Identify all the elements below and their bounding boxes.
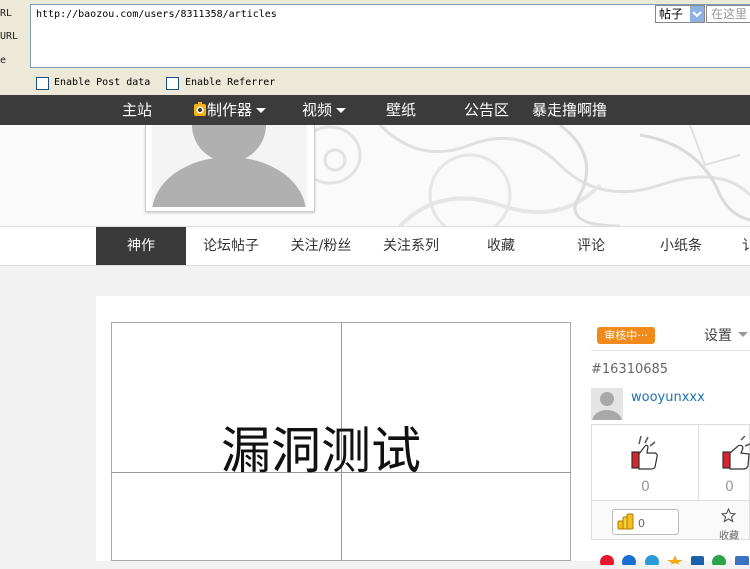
share-icons bbox=[600, 555, 749, 569]
nav-wallpaper[interactable]: 壁纸 bbox=[386, 95, 416, 125]
downvote-button[interactable] bbox=[721, 435, 750, 476]
banner-illustration bbox=[298, 125, 750, 226]
tab-notes[interactable]: 小纸条 bbox=[636, 227, 726, 265]
tab-favorites[interactable]: 收藏 bbox=[456, 227, 546, 265]
coin-icon bbox=[617, 513, 635, 534]
nav-video-label: 视频 bbox=[302, 101, 333, 119]
coin-stack-icon bbox=[617, 513, 634, 530]
search-input[interactable]: 在这里 bbox=[706, 5, 750, 23]
settings-menu[interactable]: 设置 bbox=[704, 325, 732, 345]
hackbar-url-input[interactable]: http://baozou.com/users/8311358/articles bbox=[30, 4, 750, 68]
enable-post-data-label: Enable Post data bbox=[54, 77, 151, 88]
upvote-count: 0 bbox=[641, 479, 650, 495]
tab-comments[interactable]: 评论 bbox=[546, 227, 636, 265]
search-scope-dropdown-button[interactable] bbox=[690, 6, 704, 22]
hackbar-label-load[interactable]: RL bbox=[0, 8, 12, 19]
chevron-down-icon bbox=[336, 108, 347, 113]
divider bbox=[591, 350, 750, 351]
downvote-count: 0 bbox=[725, 479, 734, 495]
tab-followed-series[interactable]: 关注系列 bbox=[366, 227, 456, 265]
tab-forum-posts[interactable]: 论坛帖子 bbox=[186, 227, 276, 265]
enable-post-data-checkbox[interactable] bbox=[36, 77, 49, 90]
profile-banner bbox=[0, 125, 750, 226]
post-id: #16310685 bbox=[591, 362, 669, 377]
user-silhouette-icon bbox=[152, 125, 306, 207]
tab-masterpieces[interactable]: 神作 bbox=[96, 227, 186, 265]
status-badge: 审核中··· bbox=[597, 327, 655, 344]
profile-avatar[interactable] bbox=[152, 125, 307, 207]
enable-referrer-label: Enable Referrer bbox=[185, 77, 276, 88]
thumbs-down-icon bbox=[722, 435, 750, 470]
nav-maker[interactable]: 制作器 bbox=[193, 95, 267, 125]
tencent-weibo-icon[interactable] bbox=[645, 555, 659, 569]
upvote-button[interactable] bbox=[629, 434, 661, 476]
hackbar-label-split[interactable]: URL bbox=[0, 31, 18, 42]
qzone-icon[interactable] bbox=[622, 555, 636, 569]
weibo-icon[interactable] bbox=[600, 555, 614, 569]
author-link[interactable]: wooyunxxx bbox=[631, 390, 705, 405]
avatar[interactable] bbox=[591, 388, 623, 420]
star-icon bbox=[720, 507, 737, 523]
chevron-down-icon bbox=[256, 108, 267, 113]
favorite-button[interactable] bbox=[720, 507, 737, 527]
maker-icon bbox=[194, 102, 206, 116]
nav-baozou-lol[interactable]: 暴走撸啊撸 bbox=[532, 95, 607, 125]
hackbar-url-value: http://baozou.com/users/8311358/articles bbox=[36, 9, 277, 20]
douban-icon[interactable] bbox=[712, 555, 726, 569]
nav-maker-label: 制作器 bbox=[207, 101, 253, 119]
favorite-label: 收藏 bbox=[719, 531, 739, 542]
tab-truncated[interactable]: 讠 bbox=[726, 227, 750, 265]
favorite-star-share-icon[interactable] bbox=[667, 555, 683, 565]
site-top-nav bbox=[0, 95, 750, 125]
share-icons-row bbox=[597, 550, 750, 569]
divider bbox=[698, 424, 699, 501]
user-silhouette-icon bbox=[592, 392, 622, 420]
chevron-down-icon bbox=[692, 11, 702, 18]
coin-count: 0 bbox=[638, 517, 645, 530]
thumbs-up-icon bbox=[631, 435, 658, 470]
nav-main-site[interactable]: 主站 bbox=[122, 95, 152, 125]
tab-follow-fans[interactable]: 关注/粉丝 bbox=[276, 227, 366, 265]
nav-video[interactable]: 视频 bbox=[302, 95, 347, 125]
post-image-text: 漏洞测试 bbox=[221, 422, 421, 480]
chevron-down-icon[interactable] bbox=[738, 332, 748, 337]
nav-announcements[interactable]: 公告区 bbox=[464, 95, 509, 125]
hackbar-label-execute[interactable]: e bbox=[0, 55, 6, 66]
enable-referrer-checkbox[interactable] bbox=[166, 77, 179, 90]
